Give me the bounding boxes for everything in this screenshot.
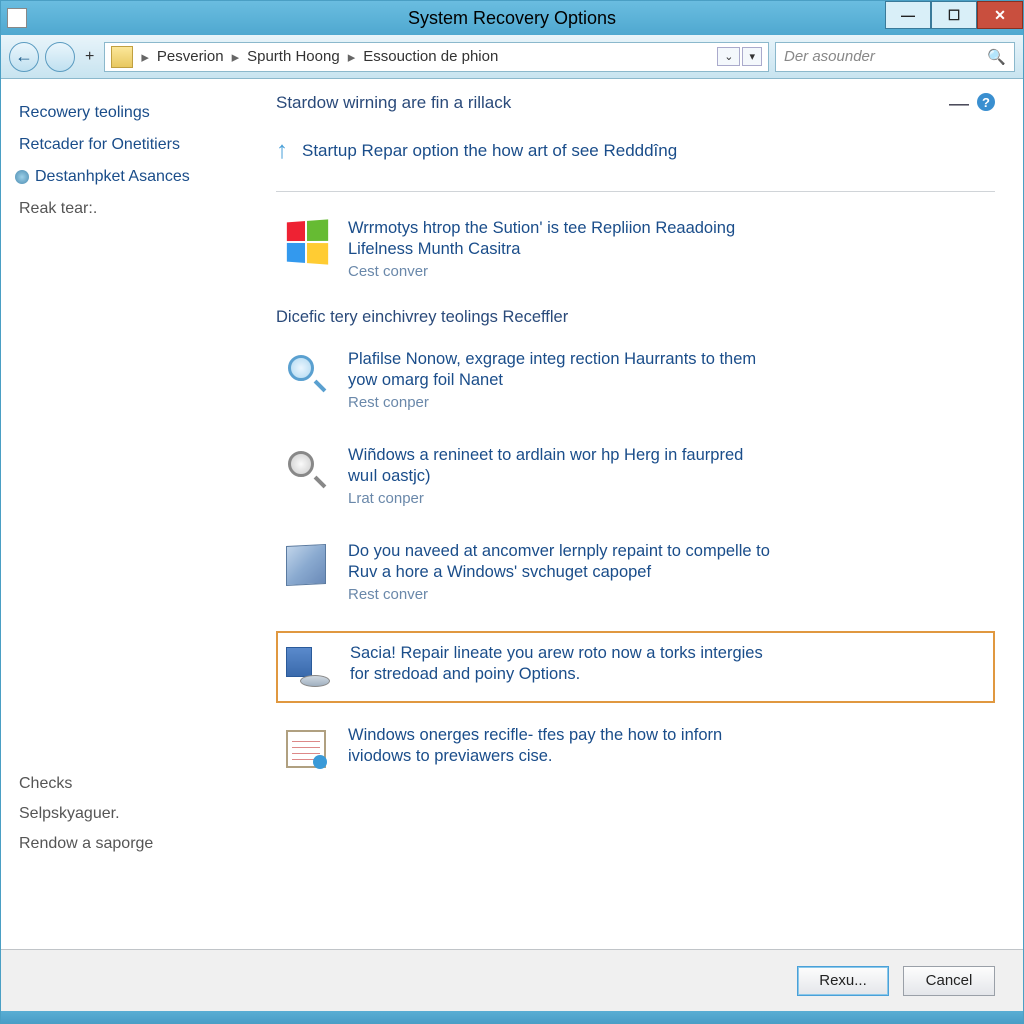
nav-bar: ← + ▸ Pesverion ▸ Spurth Hoong ▸ Essouct… [1, 35, 1023, 79]
sidebar-link-reak[interactable]: Reak tear:. [15, 193, 252, 225]
option-action: Rest conver [348, 586, 770, 603]
cancel-button[interactable]: Cancel [903, 966, 995, 996]
title-bar: System Recovery Options — ☐ ✕ [1, 1, 1023, 35]
option-title: Do you naveed at ancomver lernply repain… [348, 541, 770, 562]
startup-repair-link[interactable]: ↑ Startup Repar option the how art of se… [276, 137, 995, 165]
minimize-button[interactable]: — [885, 1, 931, 29]
footer: Rexu... Cancel [1, 949, 1023, 1011]
sidebar-bottom-selps[interactable]: Selpskyaguer. [15, 799, 157, 829]
option-subtitle: Lifelness Munth Casitra [348, 239, 735, 260]
search-icon: 🔍 [987, 48, 1006, 66]
breadcrumb-bar[interactable]: ▸ Pesverion ▸ Spurth Hoong ▸ Essouction … [104, 42, 769, 72]
option-action: Rest conper [348, 394, 756, 411]
breadcrumb-item[interactable]: Spurth Hoong [247, 48, 340, 65]
option-title: Sacia! Repair lineate you arew roto now … [350, 643, 763, 664]
up-arrow-icon: ↑ [276, 137, 288, 165]
magnifier-grey-icon [282, 445, 330, 493]
sidebar: Recowery teolings Retcader for Onetitier… [1, 79, 266, 949]
option-subtitle: yow omarg foil Nanet [348, 370, 756, 391]
server-disk-icon [284, 643, 332, 691]
bullet-icon [15, 170, 29, 184]
back-button[interactable]: ← [9, 42, 39, 72]
option-title: Windows onerges recifle- tfes pay the ho… [348, 725, 722, 746]
rexu-button[interactable]: Rexu... [797, 966, 889, 996]
option-sacia-repair[interactable]: Sacia! Repair lineate you arew roto now … [276, 631, 995, 703]
option-windows-onerges[interactable]: Windows onerges recifle- tfes pay the ho… [276, 719, 995, 779]
sidebar-bottom-rendow[interactable]: Rendow a saporge [15, 829, 157, 859]
cube-icon [282, 541, 330, 589]
sidebar-item-label: Destanhpket Asances [35, 168, 190, 186]
search-input[interactable]: Der asounder 🔍 [775, 42, 1015, 72]
breadcrumb-dropdown[interactable]: ⌄ [717, 47, 740, 66]
forward-button[interactable] [45, 42, 75, 72]
startup-repair-label: Startup Repar option the how art of see … [302, 141, 677, 161]
chevron-right-icon: ▸ [224, 48, 248, 66]
section-subheading: Dicefic tery einchivrey teolings Receffl… [276, 308, 995, 327]
page-heading: Stardow wirning are fin a rillack [276, 93, 511, 113]
breadcrumb-item[interactable]: Pesverion [157, 48, 224, 65]
sidebar-bottom-checks[interactable]: Checks [15, 769, 157, 799]
magnifier-blue-icon [282, 349, 330, 397]
breadcrumb-history[interactable]: ▾ [742, 47, 762, 66]
sidebar-link-retcader[interactable]: Retcader for Onetitiers [15, 129, 252, 161]
main-panel: Stardow wirning are fin a rillack — ? ↑ … [266, 79, 1023, 949]
nav-plus-icon: + [81, 48, 98, 66]
sidebar-link-recovery[interactable]: Recowery teolings [15, 97, 252, 129]
option-action: Cest conver [348, 263, 735, 280]
calendar-refresh-icon [282, 725, 330, 773]
search-placeholder: Der asounder [784, 48, 875, 65]
help-icon[interactable]: ? [977, 93, 995, 111]
option-title: Wiñdows a renineet to ardlain wor hp Her… [348, 445, 743, 466]
folder-icon [111, 46, 133, 68]
option-subtitle: wuıl oastjc) [348, 466, 743, 487]
option-windows-renineet[interactable]: Wiñdows a renineet to ardlain wor hp Her… [276, 439, 995, 513]
chevron-right-icon: ▸ [340, 48, 364, 66]
system-icon [7, 8, 27, 28]
window-title: System Recovery Options [408, 8, 616, 29]
option-subtitle: for stredoad and poiny Options. [350, 664, 763, 685]
divider [276, 191, 995, 192]
option-action: Lrat conper [348, 490, 743, 507]
option-plafilse[interactable]: Plafilse Nonow, exgrage integ rection Ha… [276, 343, 995, 417]
bottom-border [1, 1011, 1023, 1023]
maximize-button[interactable]: ☐ [931, 1, 977, 29]
close-button[interactable]: ✕ [977, 1, 1023, 29]
option-windows[interactable]: Wrrmotys htrop the Sution' is tee Replii… [276, 212, 995, 286]
windows-logo-icon [282, 218, 330, 266]
option-subtitle: iviodows to previawers cise. [348, 746, 722, 767]
option-title: Plafilse Nonow, exgrage integ rection Ha… [348, 349, 756, 370]
option-cube[interactable]: Do you naveed at ancomver lernply repain… [276, 535, 995, 609]
option-subtitle: Ruv a hore a Windows' svchuget capopef [348, 562, 770, 583]
panel-minimize-icon[interactable]: — [949, 93, 969, 116]
sidebar-link-destanhpket[interactable]: Destanhpket Asances [15, 161, 252, 193]
option-title: Wrrmotys htrop the Sution' is tee Replii… [348, 218, 735, 239]
chevron-right-icon: ▸ [133, 48, 157, 66]
breadcrumb-item[interactable]: Essouction de phion [363, 48, 498, 65]
